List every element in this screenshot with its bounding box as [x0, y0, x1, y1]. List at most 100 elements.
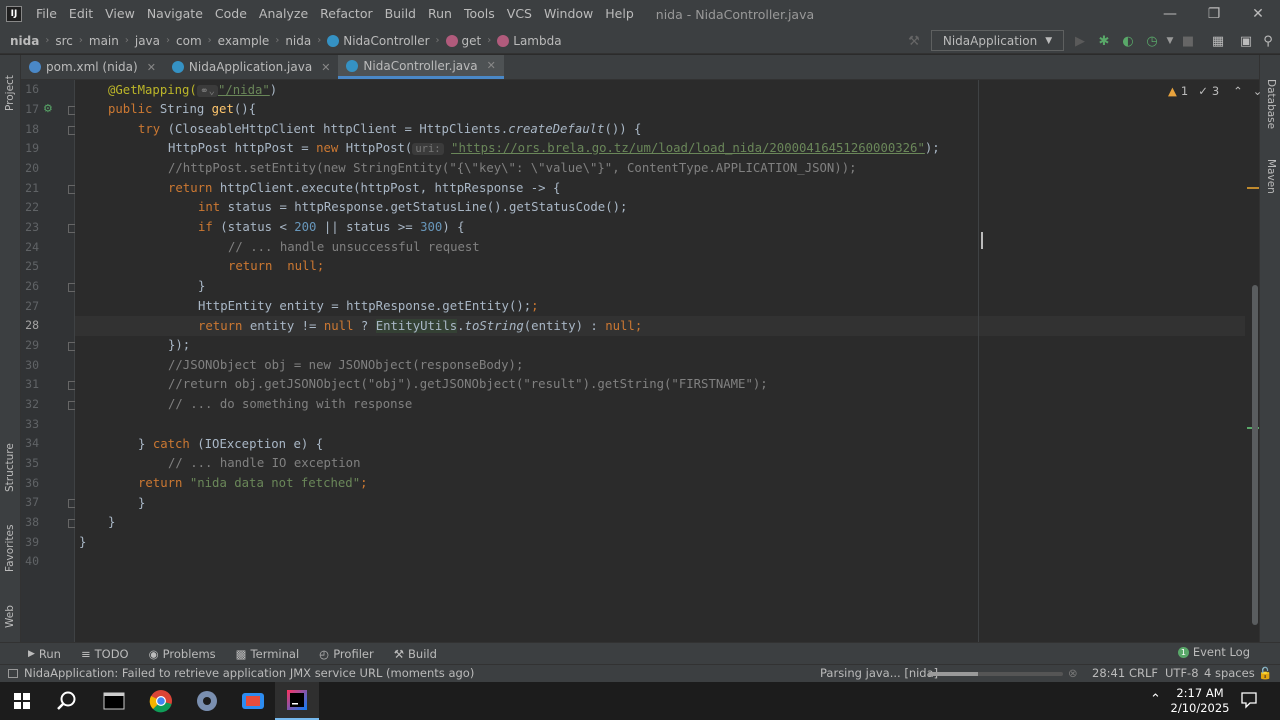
code-line-36[interactable]: return "nida data not fetched";	[79, 473, 368, 493]
close-window-button[interactable]: ✕	[1236, 0, 1280, 28]
breadcrumb-nida[interactable]: nida	[282, 34, 314, 48]
code-line-24[interactable]: // ... handle unsuccessful request	[79, 237, 480, 257]
run-icon[interactable]: ▶	[1072, 33, 1088, 49]
menu-refactor[interactable]: Refactor	[314, 0, 378, 28]
menu-analyze[interactable]: Analyze	[253, 0, 314, 28]
code-line-28[interactable]: return entity != null ? EntityUtils.toSt…	[79, 316, 642, 336]
code-line-17[interactable]: public String get(){	[79, 99, 256, 119]
indent-setting[interactable]: 4 spaces	[1204, 666, 1255, 680]
menu-code[interactable]: Code	[209, 0, 253, 28]
search-icon[interactable]	[45, 682, 89, 720]
code-line-37[interactable]: }	[79, 493, 145, 513]
chevron-down-icon[interactable]: ⌄	[1253, 84, 1263, 98]
maven-tool-button[interactable]: Maven	[1265, 159, 1277, 194]
menu-tools[interactable]: Tools	[458, 0, 501, 28]
caret-position[interactable]: 28:41	[1092, 666, 1125, 680]
tab-pom-xml[interactable]: pom.xml (nida) ✕	[21, 55, 164, 79]
close-icon[interactable]: ✕	[321, 61, 330, 74]
code-line-35[interactable]: // ... handle IO exception	[79, 453, 361, 473]
menu-vcs[interactable]: VCS	[501, 0, 538, 28]
code-line-18[interactable]: try (CloseableHttpClient httpClient = Ht…	[79, 119, 641, 139]
code-line-29[interactable]: });	[79, 335, 190, 355]
code-line-20[interactable]: //httpPost.setEntity(new StringEntity("{…	[79, 158, 857, 178]
breadcrumb-class[interactable]: NidaController	[324, 34, 432, 48]
problems-tool-button[interactable]: ◉ Problems	[139, 647, 226, 661]
close-icon[interactable]: ✕	[147, 61, 156, 74]
code-line-38[interactable]: }	[79, 512, 115, 532]
menu-edit[interactable]: Edit	[63, 0, 99, 28]
build-tool-button[interactable]: ⚒ Build	[384, 647, 447, 661]
terminal-tool-button[interactable]: ▩ Terminal	[226, 647, 309, 661]
run-gutter-icon[interactable]: ⚙	[43, 102, 53, 115]
code-line-22[interactable]: int status = httpResponse.getStatusLine(…	[79, 197, 627, 217]
inspection-widget[interactable]: ▲ 1 ✓ 3 ⌃ ⌄	[1168, 84, 1262, 98]
todo-tool-button[interactable]: ≡ TODO	[71, 647, 139, 661]
intellij-taskbar-icon[interactable]	[275, 682, 319, 720]
restore-button[interactable]: ❐	[1192, 0, 1236, 28]
code-line-26[interactable]: }	[79, 276, 205, 296]
breadcrumb-example[interactable]: example	[215, 34, 273, 48]
breadcrumb-project[interactable]: nida	[0, 34, 42, 48]
code-line-30[interactable]: //JSONObject obj = new JSONObject(respon…	[79, 355, 523, 375]
web-url-hint-icon[interactable]: ⚭⌄	[196, 85, 218, 97]
menu-help[interactable]: Help	[599, 0, 640, 28]
structure-tool-button[interactable]: Structure	[4, 443, 16, 492]
menu-view[interactable]: View	[99, 0, 141, 28]
menu-navigate[interactable]: Navigate	[141, 0, 209, 28]
code-line-31[interactable]: //return obj.getJSONObject("obj").getJSO…	[79, 374, 768, 394]
windows-start-icon[interactable]	[0, 682, 44, 720]
line-number-gutter[interactable]: 16 17 18 19 20 21 22 23 24 25 26 27 28 2…	[21, 80, 96, 642]
favorites-tool-button[interactable]: Favorites	[4, 525, 16, 572]
menu-build[interactable]: Build	[379, 0, 422, 28]
tab-nida-controller[interactable]: NidaController.java ✕	[338, 55, 504, 79]
hammer-icon[interactable]: ⚒	[906, 33, 922, 49]
stop-icon[interactable]: ■	[1180, 33, 1196, 49]
media-app-icon[interactable]	[231, 682, 275, 720]
breadcrumb-main[interactable]: main	[86, 34, 122, 48]
code-editor[interactable]: @GetMapping(⚭⌄ "/nida") public String get…	[75, 80, 1245, 642]
error-stripe-marker[interactable]	[1247, 187, 1259, 189]
debug-icon[interactable]: ✱	[1096, 33, 1112, 49]
chevron-down-icon[interactable]: ▼	[1162, 33, 1178, 49]
tab-nida-application[interactable]: NidaApplication.java ✕	[164, 55, 339, 79]
profiler-tool-button[interactable]: ◴ Profiler	[309, 647, 384, 661]
profile-icon[interactable]: ◷	[1144, 33, 1160, 49]
lock-icon[interactable]: 🔓	[1258, 666, 1272, 680]
tray-chevron-up-icon[interactable]: ⌃	[1150, 692, 1161, 707]
run-configuration-select[interactable]: NidaApplication ▼	[931, 30, 1064, 51]
minimize-button[interactable]: —	[1148, 0, 1192, 28]
presentation-icon[interactable]: ▣	[1238, 33, 1254, 49]
line-separator[interactable]: CRLF	[1129, 666, 1158, 680]
event-log-button[interactable]: 1 Event Log	[1177, 645, 1250, 659]
code-line-34[interactable]: } catch (IOException e) {	[79, 434, 323, 454]
breadcrumb-java[interactable]: java	[132, 34, 163, 48]
search-icon[interactable]: ⚲	[1260, 33, 1276, 49]
coverage-icon[interactable]: ◐	[1120, 33, 1136, 49]
code-line-39[interactable]: }	[79, 532, 86, 552]
code-line-21[interactable]: return httpClient.execute(httpPost, http…	[79, 178, 560, 198]
file-encoding[interactable]: UTF-8	[1165, 666, 1199, 680]
database-tool-button[interactable]: Database	[1265, 79, 1277, 129]
code-line-16[interactable]: @GetMapping(⚭⌄ "/nida")	[79, 80, 277, 100]
code-line-32[interactable]: // ... do something with response	[79, 394, 412, 414]
code-line-27[interactable]: HttpEntity entity = httpResponse.getEnti…	[79, 296, 539, 316]
status-message[interactable]: NidaApplication: Failed to retrieve appl…	[8, 666, 474, 680]
code-line-23[interactable]: if (status < 200 || status >= 300) {	[79, 217, 465, 237]
cancel-task-icon[interactable]: ⊗	[1068, 666, 1078, 680]
intellij-logo-icon[interactable]: IJ	[6, 6, 22, 22]
breadcrumb-method[interactable]: get	[443, 34, 485, 48]
menu-window[interactable]: Window	[538, 0, 599, 28]
project-structure-icon[interactable]: ▦	[1210, 33, 1226, 49]
code-line-25[interactable]: return null;	[79, 256, 324, 276]
terminal-app-icon[interactable]	[92, 682, 136, 720]
notification-icon[interactable]	[1240, 691, 1258, 712]
editor-scrollbar[interactable]	[1252, 285, 1258, 625]
run-tool-button[interactable]: ▶ Run	[0, 647, 71, 661]
code-line-19[interactable]: HttpPost httpPost = new HttpPost(uri: "h…	[79, 138, 940, 158]
web-tool-button[interactable]: Web	[4, 605, 16, 628]
breadcrumb-lambda[interactable]: Lambda	[494, 34, 564, 48]
menu-run[interactable]: Run	[422, 0, 458, 28]
chevron-up-icon[interactable]: ⌃	[1233, 84, 1243, 98]
app-gear-icon[interactable]	[185, 682, 229, 720]
menu-file[interactable]: File	[30, 0, 63, 28]
